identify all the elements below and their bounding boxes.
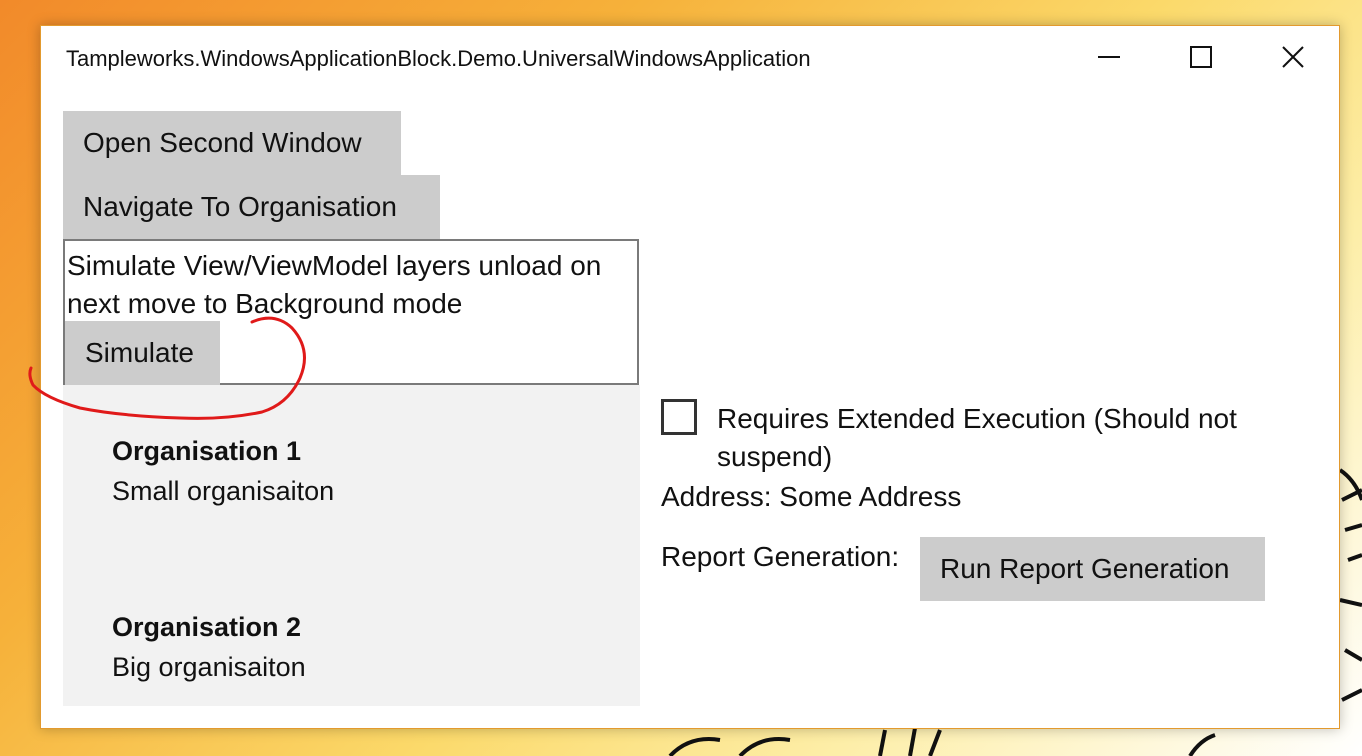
address-label: Address: [661, 481, 772, 512]
list-item[interactable]: Organisation 2 Big organisaiton [112, 607, 306, 687]
organisation-name: Organisation 1 [112, 436, 302, 466]
minimize-icon [1098, 56, 1120, 58]
close-icon [1282, 46, 1304, 68]
close-button[interactable] [1247, 26, 1339, 88]
extended-execution-label: Requires Extended Execution (Should not … [717, 403, 1237, 472]
navigate-to-organisation-button[interactable]: Navigate To Organisation [63, 175, 440, 239]
organisation-description: Big organisaiton [112, 652, 306, 682]
simulate-panel: Simulate View/ViewModel layers unload on… [63, 239, 639, 385]
app-window: Tampleworks.WindowsApplicationBlock.Demo… [40, 25, 1340, 729]
extended-execution-checkbox[interactable] [661, 399, 697, 435]
open-second-window-button[interactable]: Open Second Window [63, 111, 401, 175]
simulate-description: Simulate View/ViewModel layers unload on… [67, 250, 602, 319]
maximize-icon [1190, 46, 1212, 68]
address-line: Address: Some Address [661, 478, 961, 516]
maximize-button[interactable] [1155, 26, 1247, 88]
list-item[interactable]: Organisation 1 Small organisaiton [112, 431, 334, 511]
simulate-button[interactable]: Simulate [65, 321, 220, 385]
organisation-list: Organisation 1 Small organisaiton Organi… [63, 385, 640, 706]
minimize-button[interactable] [1063, 26, 1155, 88]
address-value: Some Address [779, 481, 962, 512]
window-title: Tampleworks.WindowsApplicationBlock.Demo… [66, 46, 811, 71]
run-report-generation-button[interactable]: Run Report Generation [920, 537, 1265, 601]
report-generation-label: Report Generation: [661, 541, 900, 572]
organisation-description: Small organisaiton [112, 476, 335, 506]
organisation-name: Organisation 2 [112, 612, 302, 642]
